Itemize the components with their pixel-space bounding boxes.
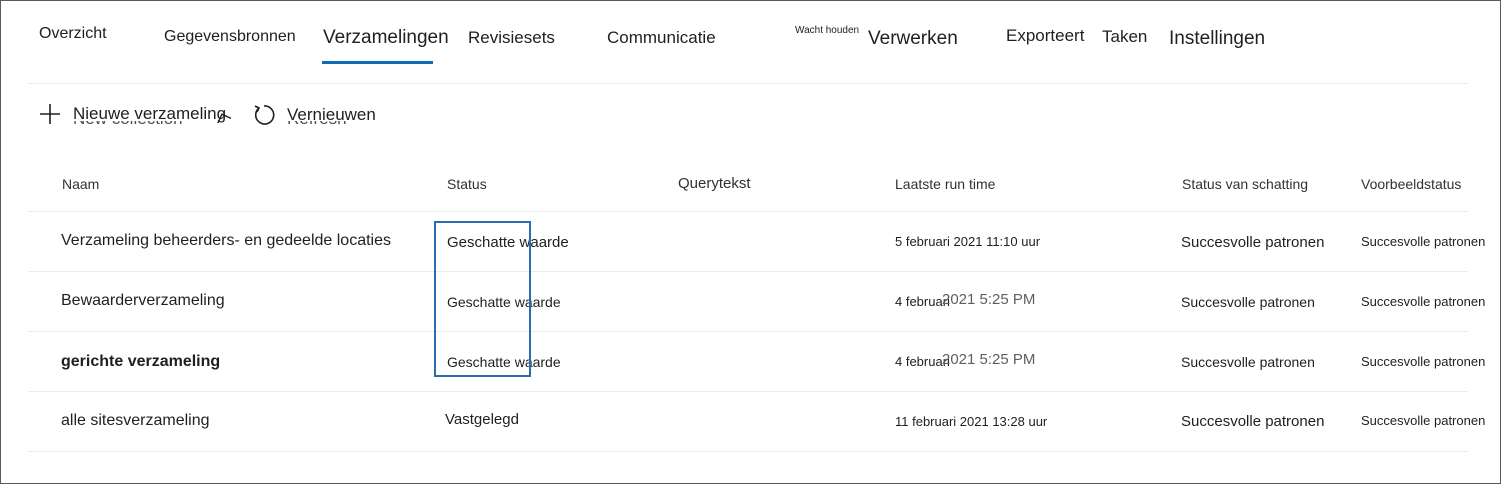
tab-verzamelingen[interactable]: Verzamelingen — [323, 27, 449, 49]
row-last-run-time: 2021 5:25 PM — [942, 291, 1036, 308]
table-header-divider — [28, 211, 1468, 212]
column-header-voorbeeldstatus[interactable]: Voorbeeldstatus — [1361, 176, 1461, 192]
refresh-icon — [252, 103, 276, 127]
row-last-run-time: 2021 5:25 PM — [942, 351, 1036, 368]
new-collection-button[interactable]: Nieuwe verzameling — [39, 103, 226, 125]
column-header-status-van-schatting[interactable]: Status van schatting — [1182, 176, 1308, 192]
column-header-laatste-run-time[interactable]: Laatste run time — [895, 176, 995, 192]
row-estimate-status: Succesvolle patronen — [1181, 234, 1325, 251]
row-estimate-status: Succesvolle patronen — [1181, 294, 1315, 310]
row-divider — [28, 271, 1468, 272]
row-last-run: 5 februari 2021 11:10 uur — [895, 234, 1041, 249]
row-preview-status: Succesvolle patronen — [1361, 354, 1486, 369]
tab-taken[interactable]: Taken — [1102, 27, 1147, 47]
status-highlight-box — [434, 221, 531, 377]
refresh-label: Vernieuwen — [287, 105, 376, 124]
row-estimate-status: Succesvolle patronen — [1181, 413, 1325, 430]
plus-icon — [39, 103, 61, 125]
tab-instellingen[interactable]: Instellingen — [1169, 28, 1265, 50]
row-estimate-status: Succesvolle patronen — [1181, 354, 1315, 370]
refresh-button[interactable]: Vernieuwen — [252, 103, 376, 127]
row-divider — [28, 451, 1468, 452]
column-header-querytekst[interactable]: Querytekst — [678, 175, 751, 192]
row-preview-status: Succesvolle patronen — [1361, 234, 1486, 249]
row-preview-status: Succesvolle patronen — [1361, 294, 1486, 309]
row-divider — [28, 331, 1468, 332]
row-last-run: 11 februari 2021 13:28 uur — [895, 414, 1048, 429]
new-collection-label: Nieuwe verzameling — [73, 104, 227, 123]
tab-revisiesets[interactable]: Revisiesets — [468, 28, 555, 48]
row-name[interactable]: gerichte verzameling — [61, 353, 220, 371]
tab-gegevensbronnen[interactable]: Gegevensbronnen — [164, 28, 296, 46]
tab-communicatie[interactable]: Communicatie — [607, 28, 716, 48]
tab-exporteert[interactable]: Exporteert — [1006, 26, 1084, 46]
active-tab-indicator — [322, 61, 433, 64]
chevron-down-icon — [214, 110, 232, 128]
row-name[interactable]: Verzameling beheerders- en gedeelde loca… — [61, 232, 391, 250]
row-name[interactable]: alle sitesverzameling — [61, 412, 210, 430]
column-header-naam[interactable]: Naam — [62, 176, 99, 192]
row-divider — [28, 391, 1468, 392]
header-divider — [28, 83, 1468, 84]
row-preview-status: Succesvolle patronen — [1361, 413, 1486, 428]
tab-overzicht[interactable]: Overzicht — [39, 25, 107, 43]
tab-wacht-houden[interactable]: Wacht houden — [795, 25, 859, 36]
tab-verwerken[interactable]: Verwerken — [868, 28, 958, 50]
row-name[interactable]: Bewaarderverzameling — [61, 292, 225, 310]
column-header-status[interactable]: Status — [447, 176, 487, 192]
row-status: Vastgelegd — [445, 411, 519, 428]
